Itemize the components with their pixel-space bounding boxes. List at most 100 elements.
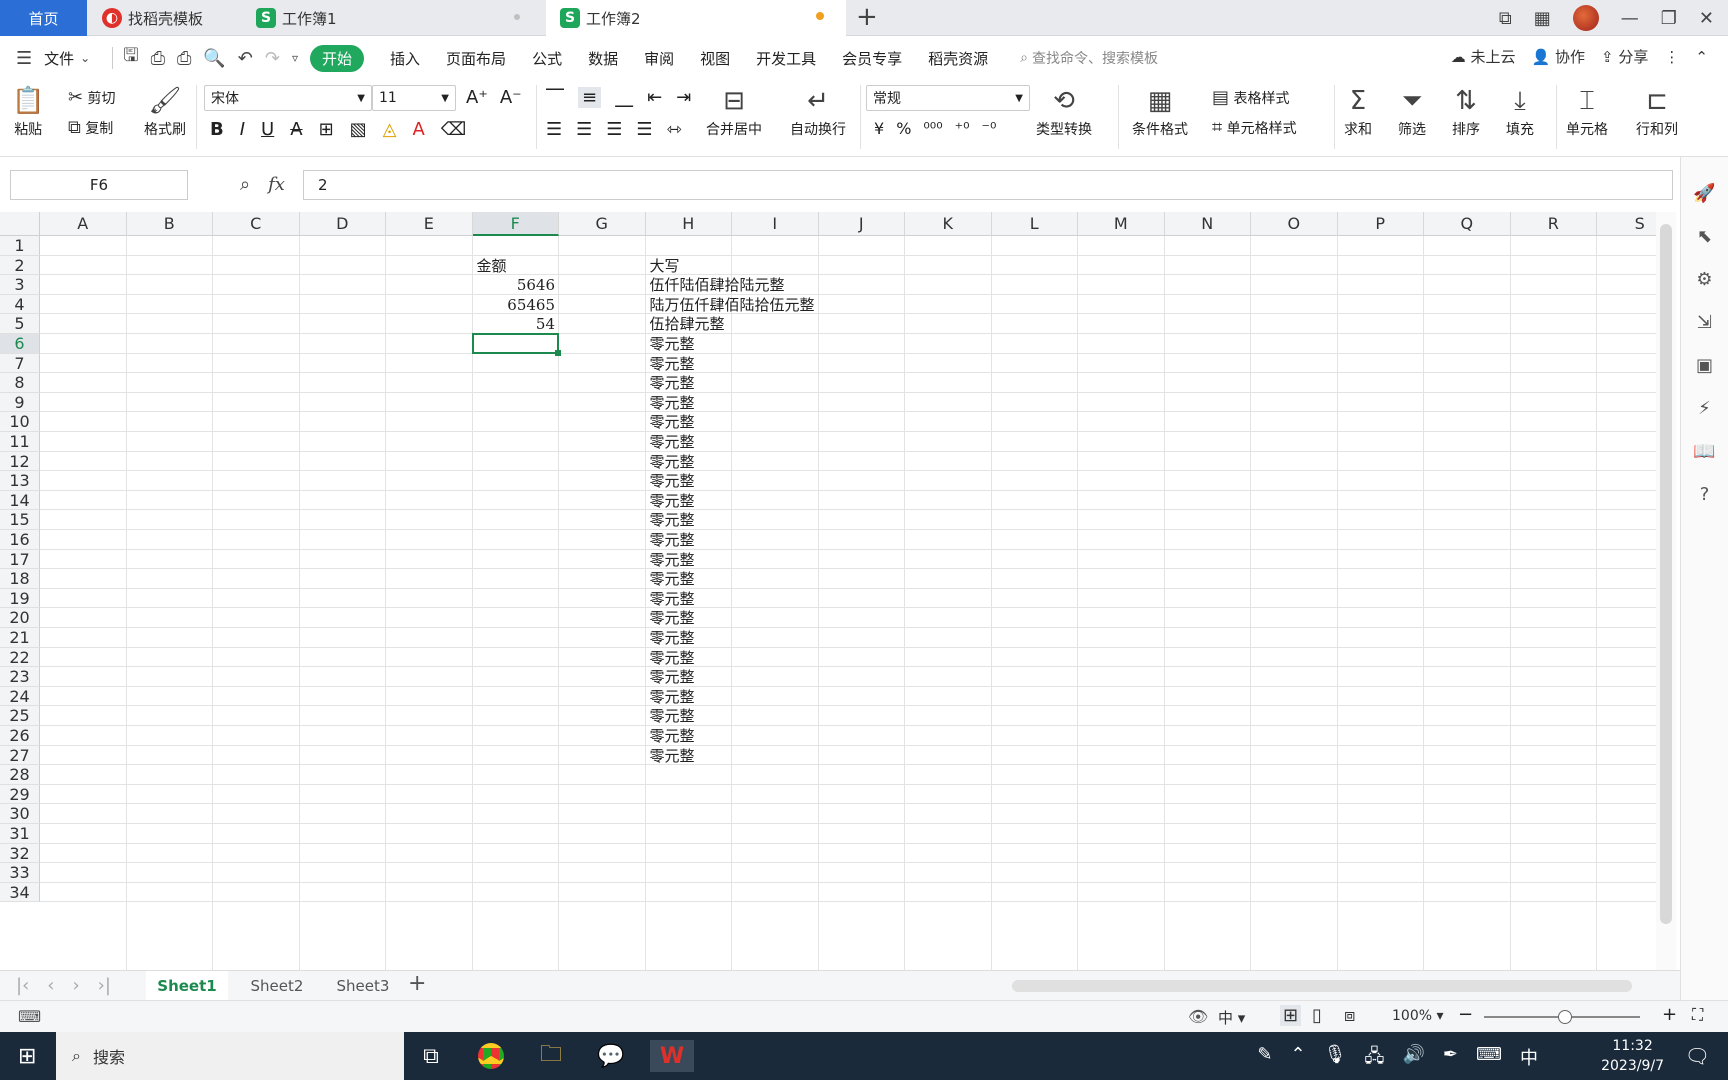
currency-icon[interactable]: ¥ xyxy=(874,119,884,138)
select-all-corner[interactable] xyxy=(0,212,40,236)
cell-h3[interactable]: 伍仟陆佰肆拾陆元整 xyxy=(646,275,789,295)
row-header-30[interactable]: 30 xyxy=(0,804,40,824)
cell-h16[interactable]: 零元整 xyxy=(646,530,699,550)
chevron-up-icon[interactable]: ⌃ xyxy=(1290,1044,1305,1074)
column-header-a[interactable]: A xyxy=(40,212,127,236)
cell-h7[interactable]: 零元整 xyxy=(646,354,699,374)
wechat-icon[interactable]: 💬 xyxy=(594,1040,628,1072)
column-header-g[interactable]: G xyxy=(559,212,646,236)
zoom-in-icon[interactable]: + xyxy=(1662,1004,1677,1025)
row-header-12[interactable]: 12 xyxy=(0,451,40,472)
bold-icon[interactable]: B xyxy=(210,119,224,140)
cell-h24[interactable]: 零元整 xyxy=(646,687,699,707)
sort-button[interactable]: ⇅ 排序 xyxy=(1452,83,1480,139)
align-center-icon[interactable]: ☰ xyxy=(576,119,592,140)
align-top-icon[interactable]: ⎺ xyxy=(546,87,564,108)
cell-f2[interactable]: 金额 xyxy=(473,256,511,276)
menu-insert[interactable]: 插入 xyxy=(390,48,420,69)
export-pdf-icon[interactable]: ⎙ xyxy=(151,48,165,69)
column-header-o[interactable]: O xyxy=(1251,212,1338,236)
percent-icon[interactable]: % xyxy=(896,119,911,138)
cell-h15[interactable]: 零元整 xyxy=(646,510,699,530)
close-icon[interactable]: ✕ xyxy=(1699,8,1714,29)
command-search[interactable]: ⌕ 查找命令、搜索模板 xyxy=(1020,48,1158,68)
row-col-button[interactable]: ⊏ 行和列 xyxy=(1636,83,1678,139)
format-painter-button[interactable]: 🖌 格式刷 xyxy=(144,83,186,139)
redo-icon[interactable]: ↷ xyxy=(265,48,280,69)
table-style-button[interactable]: ▤ 表格样式 xyxy=(1212,87,1289,108)
copy-button[interactable]: ⧉ 复制 xyxy=(68,117,113,138)
apps-grid-icon[interactable]: ▦ xyxy=(1534,8,1551,29)
cell-h13[interactable]: 零元整 xyxy=(646,471,699,491)
row-header-27[interactable]: 27 xyxy=(0,745,40,766)
print-preview-icon[interactable]: 🔍 xyxy=(203,48,225,69)
avatar[interactable] xyxy=(1572,5,1599,31)
cloud-status[interactable]: ☁ 未上云 xyxy=(1451,46,1516,67)
column-header-p[interactable]: P xyxy=(1337,212,1424,236)
cell-f3[interactable]: 5646 xyxy=(473,275,560,295)
row-header-28[interactable]: 28 xyxy=(0,765,40,785)
align-left-icon[interactable]: ☰ xyxy=(546,119,562,140)
next-sheet-icon[interactable]: › xyxy=(72,975,79,996)
macro-icon[interactable]: ⌨ xyxy=(18,1007,41,1026)
prev-sheet-icon[interactable]: ‹ xyxy=(47,975,54,996)
sheet-tab-3[interactable]: Sheet3 xyxy=(322,971,404,1001)
sheet-tab-1[interactable]: Sheet1 xyxy=(146,971,228,1001)
cell-h14[interactable]: 零元整 xyxy=(646,491,699,511)
cell-h20[interactable]: 零元整 xyxy=(646,608,699,628)
distributed-icon[interactable]: ⇿ xyxy=(667,119,682,140)
tab-workbook2[interactable]: S 工作簿2 xyxy=(546,0,846,36)
column-header-m[interactable]: M xyxy=(1078,212,1165,236)
pointer-icon[interactable]: ⬉ xyxy=(1697,226,1712,247)
cell-h10[interactable]: 零元整 xyxy=(646,412,699,432)
row-header-32[interactable]: 32 xyxy=(0,843,40,864)
share-button[interactable]: ⇪ 分享 xyxy=(1601,46,1648,67)
row-header-34[interactable]: 34 xyxy=(0,882,40,903)
undo-icon[interactable]: ↶ xyxy=(238,48,253,69)
column-header-c[interactable]: C xyxy=(213,212,300,236)
tab-home[interactable]: 首页 xyxy=(0,0,87,36)
menu-data[interactable]: 数据 xyxy=(588,48,618,69)
column-header-r[interactable]: R xyxy=(1510,212,1597,236)
spreadsheet-grid[interactable]: A B C D E F G H I J K L M N O P Q R S 1 2 3 4 5 6 7 8 9 10 11 12 13 14 15… xyxy=(0,212,1656,970)
underline-icon[interactable]: U xyxy=(261,119,274,140)
column-header-k[interactable]: K xyxy=(905,212,992,236)
row-header-1[interactable]: 1 xyxy=(0,236,40,256)
transform-icon[interactable]: ⇲ xyxy=(1697,312,1712,333)
cell-h2[interactable]: 大写 xyxy=(646,256,684,276)
merge-center-button[interactable]: ⊟ 合并居中 xyxy=(706,83,762,139)
cell-h5[interactable]: 伍拾肆元整 xyxy=(646,314,729,334)
chrome-icon[interactable] xyxy=(474,1040,508,1072)
cell-h17[interactable]: 零元整 xyxy=(646,550,699,570)
decrease-indent-icon[interactable]: ⇤ xyxy=(647,87,662,108)
decrease-font-icon[interactable]: A⁻ xyxy=(500,87,522,108)
clear-format-icon[interactable]: ⌫ xyxy=(441,119,466,140)
cell-f5[interactable]: 54 xyxy=(473,314,560,334)
column-header-f[interactable]: F xyxy=(472,212,559,236)
menu-member[interactable]: 会员专享 xyxy=(842,48,902,69)
volume-icon[interactable]: 🔊 xyxy=(1403,1044,1425,1074)
clock[interactable]: 11:32 2023/9/7 xyxy=(1601,1036,1664,1076)
increase-indent-icon[interactable]: ⇥ xyxy=(676,87,691,108)
fill-color-icon[interactable]: ◬ xyxy=(383,119,397,140)
tab-workbook1[interactable]: S 工作簿1 xyxy=(242,0,542,36)
row-header-7[interactable]: 7 xyxy=(0,353,40,374)
zoom-level[interactable]: 100% ▾ xyxy=(1392,1008,1444,1024)
row-header-19[interactable]: 19 xyxy=(0,588,40,609)
column-header-j[interactable]: J xyxy=(818,212,905,236)
normal-view-icon[interactable]: ⊞ xyxy=(1280,1005,1302,1026)
cell-h18[interactable]: 零元整 xyxy=(646,569,699,589)
justify-icon[interactable]: ☰ xyxy=(636,119,652,140)
new-tab-button[interactable]: + xyxy=(856,2,878,32)
restore-icon[interactable]: ❐ xyxy=(1661,8,1677,29)
fill-button[interactable]: ⤓ 填充 xyxy=(1506,83,1534,139)
collab-button[interactable]: 👤 协作 xyxy=(1532,46,1585,67)
active-cell-selection[interactable] xyxy=(471,333,559,354)
increase-font-icon[interactable]: A⁺ xyxy=(466,87,488,108)
font-name-select[interactable]: 宋体 ▼ xyxy=(204,85,372,111)
column-header-i[interactable]: I xyxy=(732,212,819,236)
row-header-15[interactable]: 15 xyxy=(0,510,40,530)
menu-view[interactable]: 视图 xyxy=(700,48,730,69)
help-icon[interactable]: ? xyxy=(1700,484,1710,505)
zoom-slider-knob[interactable] xyxy=(1558,1010,1572,1024)
